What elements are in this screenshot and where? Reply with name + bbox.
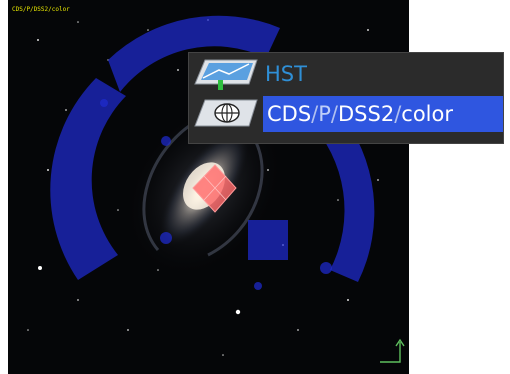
- path-separator: /: [330, 102, 338, 126]
- survey-path-segment: CDS: [267, 102, 312, 126]
- survey-path-segment: color: [401, 102, 453, 126]
- hst-image-layer-icon: [194, 59, 258, 90]
- allsky-survey-layer-icon: [194, 99, 258, 127]
- layer-name-hst: HST: [265, 62, 307, 86]
- layer-stack-panel: HST CDS/P/DSS2/color: [188, 52, 504, 144]
- small-square-footprint: [248, 220, 288, 260]
- layer-row-hst[interactable]: HST: [189, 56, 505, 92]
- survey-path-segment: P: [318, 102, 331, 126]
- layer-name-dss2-color: CDS/P/DSS2/color: [267, 101, 453, 127]
- survey-name-label: CDS/P/DSS2/color: [12, 6, 70, 13]
- layer-row-dss2-color[interactable]: CDS/P/DSS2/color: [189, 96, 505, 132]
- survey-path-segment: DSS2: [338, 102, 395, 126]
- ring-segment-left: [50, 78, 126, 280]
- compass-icon: [380, 338, 405, 363]
- aladin-sky-viewer: CDS/P/DSS2/color HST CDS/P/DSS2/color: [0, 0, 510, 374]
